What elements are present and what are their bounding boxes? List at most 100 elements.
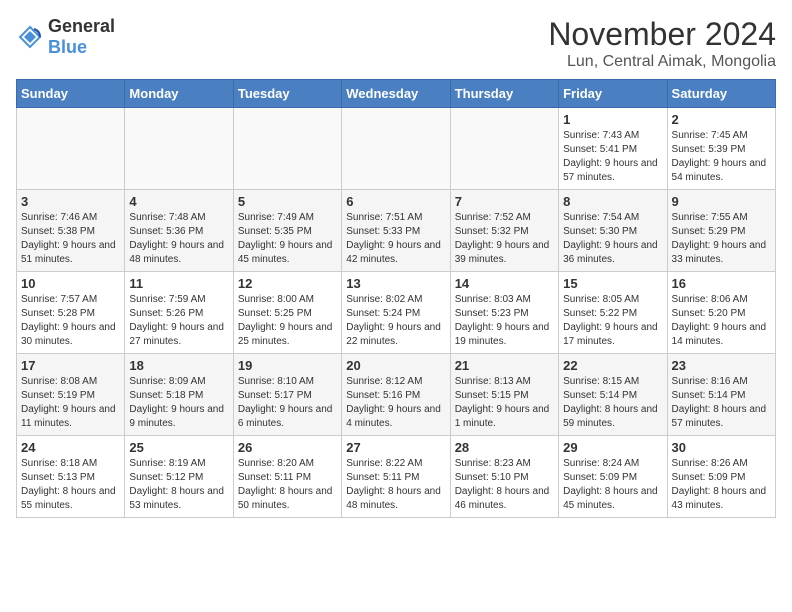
day-number: 8: [563, 194, 662, 209]
day-info: Sunrise: 7:43 AM Sunset: 5:41 PM Dayligh…: [563, 129, 662, 185]
logo-icon: [16, 23, 44, 51]
day-info: Sunrise: 8:06 AM Sunset: 5:20 PM Dayligh…: [672, 293, 771, 349]
day-number: 21: [455, 358, 554, 373]
calendar-body: 1 Sunrise: 7:43 AM Sunset: 5:41 PM Daylig…: [17, 108, 776, 518]
day-number: 24: [21, 440, 120, 455]
day-number: 9: [672, 194, 771, 209]
calendar-cell: 17 Sunrise: 8:08 AM Sunset: 5:19 PM Dayli…: [17, 354, 125, 436]
day-info: Sunrise: 7:46 AM Sunset: 5:38 PM Dayligh…: [21, 211, 120, 267]
calendar-cell: 18 Sunrise: 8:09 AM Sunset: 5:18 PM Dayli…: [125, 354, 233, 436]
day-info: Sunrise: 7:45 AM Sunset: 5:39 PM Dayligh…: [672, 129, 771, 185]
header: General Blue November 2024 Lun, Central …: [16, 16, 776, 71]
calendar-cell: 3 Sunrise: 7:46 AM Sunset: 5:38 PM Daylig…: [17, 190, 125, 272]
calendar-cell: [125, 108, 233, 190]
calendar-cell: 13 Sunrise: 8:02 AM Sunset: 5:24 PM Dayli…: [342, 272, 450, 354]
calendar-cell: 28Sunrise: 8:23 AM Sunset: 5:10 PM Dayli…: [450, 436, 558, 518]
month-title: November 2024: [548, 16, 776, 53]
calendar-cell: [233, 108, 341, 190]
day-info: Sunrise: 7:51 AM Sunset: 5:33 PM Dayligh…: [346, 211, 445, 267]
calendar-cell: 29 Sunrise: 8:24 AM Sunset: 5:09 PM Dayli…: [559, 436, 667, 518]
calendar-cell: 14Sunrise: 8:03 AM Sunset: 5:23 PM Dayli…: [450, 272, 558, 354]
calendar-cell: 11 Sunrise: 7:59 AM Sunset: 5:26 PM Dayli…: [125, 272, 233, 354]
calendar-week-4: 17 Sunrise: 8:08 AM Sunset: 5:19 PM Dayli…: [17, 354, 776, 436]
day-number: 20: [346, 358, 445, 373]
day-info: Sunrise: 8:08 AM Sunset: 5:19 PM Dayligh…: [21, 375, 120, 431]
calendar-week-5: 24 Sunrise: 8:18 AM Sunset: 5:13 PM Dayli…: [17, 436, 776, 518]
day-info: Sunrise: 8:05 AM Sunset: 5:22 PM Dayligh…: [563, 293, 662, 349]
calendar-cell: 8 Sunrise: 7:54 AM Sunset: 5:30 PM Daylig…: [559, 190, 667, 272]
calendar-cell: 20 Sunrise: 8:12 AM Sunset: 5:16 PM Dayli…: [342, 354, 450, 436]
logo-wordmark: General Blue: [48, 16, 115, 58]
calendar-week-2: 3 Sunrise: 7:46 AM Sunset: 5:38 PM Daylig…: [17, 190, 776, 272]
calendar-cell: 12 Sunrise: 8:00 AM Sunset: 5:25 PM Dayli…: [233, 272, 341, 354]
day-number: 25: [129, 440, 228, 455]
day-info: Sunrise: 8:10 AM Sunset: 5:17 PM Dayligh…: [238, 375, 337, 431]
day-info: Sunrise: 8:09 AM Sunset: 5:18 PM Dayligh…: [129, 375, 228, 431]
calendar-cell: 23 Sunrise: 8:16 AM Sunset: 5:14 PM Dayli…: [667, 354, 775, 436]
header-tuesday: Tuesday: [233, 80, 341, 108]
calendar-week-1: 1 Sunrise: 7:43 AM Sunset: 5:41 PM Daylig…: [17, 108, 776, 190]
day-number: 5: [238, 194, 337, 209]
day-number: 11: [129, 276, 228, 291]
day-info: Sunrise: 7:57 AM Sunset: 5:28 PM Dayligh…: [21, 293, 120, 349]
day-info: Sunrise: 8:18 AM Sunset: 5:13 PM Dayligh…: [21, 457, 120, 513]
day-info: Sunrise: 7:49 AM Sunset: 5:35 PM Dayligh…: [238, 211, 337, 267]
day-info: Sunrise: 8:15 AM Sunset: 5:14 PM Dayligh…: [563, 375, 662, 431]
day-number: 30: [672, 440, 771, 455]
calendar-week-3: 10Sunrise: 7:57 AM Sunset: 5:28 PM Dayli…: [17, 272, 776, 354]
day-info: Sunrise: 8:20 AM Sunset: 5:11 PM Dayligh…: [238, 457, 337, 513]
day-info: Sunrise: 7:48 AM Sunset: 5:36 PM Dayligh…: [129, 211, 228, 267]
header-wednesday: Wednesday: [342, 80, 450, 108]
day-info: Sunrise: 7:59 AM Sunset: 5:26 PM Dayligh…: [129, 293, 228, 349]
day-number: 23: [672, 358, 771, 373]
day-info: Sunrise: 8:24 AM Sunset: 5:09 PM Dayligh…: [563, 457, 662, 513]
day-info: Sunrise: 8:00 AM Sunset: 5:25 PM Dayligh…: [238, 293, 337, 349]
day-number: 12: [238, 276, 337, 291]
day-number: 13: [346, 276, 445, 291]
logo-general: General: [48, 16, 115, 36]
calendar-cell: 27 Sunrise: 8:22 AM Sunset: 5:11 PM Dayli…: [342, 436, 450, 518]
day-number: 27: [346, 440, 445, 455]
location-subtitle: Lun, Central Aimak, Mongolia: [548, 53, 776, 71]
header-friday: Friday: [559, 80, 667, 108]
day-number: 6: [346, 194, 445, 209]
calendar-cell: 26Sunrise: 8:20 AM Sunset: 5:11 PM Dayli…: [233, 436, 341, 518]
day-number: 3: [21, 194, 120, 209]
day-number: 1: [563, 112, 662, 127]
calendar-cell: 1 Sunrise: 7:43 AM Sunset: 5:41 PM Daylig…: [559, 108, 667, 190]
calendar-cell: 4 Sunrise: 7:48 AM Sunset: 5:36 PM Daylig…: [125, 190, 233, 272]
day-number: 14: [455, 276, 554, 291]
day-info: Sunrise: 8:22 AM Sunset: 5:11 PM Dayligh…: [346, 457, 445, 513]
calendar-cell: 7 Sunrise: 7:52 AM Sunset: 5:32 PM Daylig…: [450, 190, 558, 272]
calendar-cell: 30Sunrise: 8:26 AM Sunset: 5:09 PM Dayli…: [667, 436, 775, 518]
header-row: Sunday Monday Tuesday Wednesday Thursday…: [17, 80, 776, 108]
day-info: Sunrise: 8:16 AM Sunset: 5:14 PM Dayligh…: [672, 375, 771, 431]
logo-blue: Blue: [48, 37, 87, 57]
day-info: Sunrise: 7:54 AM Sunset: 5:30 PM Dayligh…: [563, 211, 662, 267]
day-info: Sunrise: 7:55 AM Sunset: 5:29 PM Dayligh…: [672, 211, 771, 267]
day-number: 15: [563, 276, 662, 291]
day-number: 7: [455, 194, 554, 209]
calendar-cell: [342, 108, 450, 190]
calendar-cell: 16Sunrise: 8:06 AM Sunset: 5:20 PM Dayli…: [667, 272, 775, 354]
day-info: Sunrise: 8:23 AM Sunset: 5:10 PM Dayligh…: [455, 457, 554, 513]
day-number: 29: [563, 440, 662, 455]
logo: General Blue: [16, 16, 115, 58]
header-sunday: Sunday: [17, 80, 125, 108]
day-info: Sunrise: 8:02 AM Sunset: 5:24 PM Dayligh…: [346, 293, 445, 349]
calendar-table: Sunday Monday Tuesday Wednesday Thursday…: [16, 79, 776, 518]
day-info: Sunrise: 7:52 AM Sunset: 5:32 PM Dayligh…: [455, 211, 554, 267]
day-number: 17: [21, 358, 120, 373]
calendar-cell: 2Sunrise: 7:45 AM Sunset: 5:39 PM Daylig…: [667, 108, 775, 190]
calendar-cell: 19 Sunrise: 8:10 AM Sunset: 5:17 PM Dayli…: [233, 354, 341, 436]
day-info: Sunrise: 8:12 AM Sunset: 5:16 PM Dayligh…: [346, 375, 445, 431]
calendar-cell: 10Sunrise: 7:57 AM Sunset: 5:28 PM Dayli…: [17, 272, 125, 354]
calendar-cell: 25Sunrise: 8:19 AM Sunset: 5:12 PM Dayli…: [125, 436, 233, 518]
day-number: 18: [129, 358, 228, 373]
calendar-cell: 24 Sunrise: 8:18 AM Sunset: 5:13 PM Dayli…: [17, 436, 125, 518]
header-monday: Monday: [125, 80, 233, 108]
day-number: 19: [238, 358, 337, 373]
header-saturday: Saturday: [667, 80, 775, 108]
day-number: 4: [129, 194, 228, 209]
day-info: Sunrise: 8:13 AM Sunset: 5:15 PM Dayligh…: [455, 375, 554, 431]
